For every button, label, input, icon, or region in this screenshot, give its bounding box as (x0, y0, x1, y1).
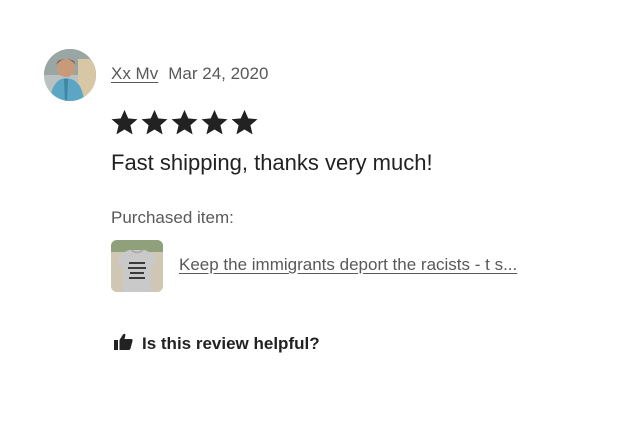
thumbs-up-icon (114, 333, 133, 355)
star-icon (231, 109, 258, 135)
star-icon (111, 109, 138, 135)
reviewer-name-link[interactable]: Xx Mv (111, 64, 158, 83)
star-icon (141, 109, 168, 135)
reviewer-avatar[interactable] (44, 49, 96, 101)
star-icon (171, 109, 198, 135)
purchased-item-title-link[interactable]: Keep the immigrants deport the racists -… (179, 255, 517, 275)
review-date: Mar 24, 2020 (168, 64, 269, 83)
review-card: Xx Mv Mar 24, 2020 Fast shipping, thanks … (0, 0, 634, 436)
purchased-item-thumbnail[interactable] (111, 240, 163, 292)
review-meta: Xx Mv Mar 24, 2020 (111, 64, 268, 84)
star-rating (110, 108, 259, 137)
purchased-item-label: Purchased item: (111, 208, 234, 227)
helpful-label: Is this review helpful? (142, 334, 320, 353)
helpful-button[interactable]: Is this review helpful? (114, 333, 320, 355)
review-text: Fast shipping, thanks very much! (111, 150, 433, 175)
star-icon (201, 109, 228, 135)
